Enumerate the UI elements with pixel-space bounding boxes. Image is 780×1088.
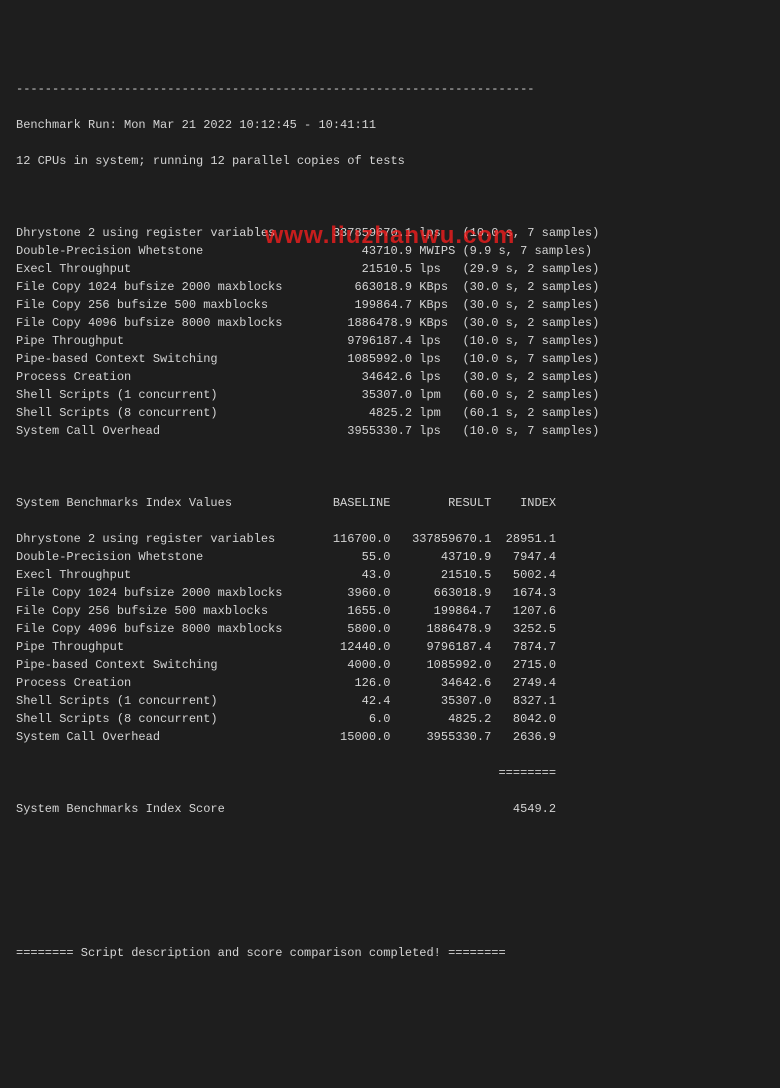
score-separator: ======== (16, 764, 764, 782)
index-row: Shell Scripts (1 concurrent) 42.4 35307.… (16, 692, 764, 710)
index-block: Dhrystone 2 using register variables 116… (16, 530, 764, 746)
blank-line (16, 188, 764, 206)
index-row: Double-Precision Whetstone 55.0 43710.9 … (16, 548, 764, 566)
cpu-info-line: 12 CPUs in system; running 12 parallel c… (16, 152, 764, 170)
test-row: Pipe Throughput 9796187.4 lps (10.0 s, 7… (16, 332, 764, 350)
index-row: Pipe Throughput 12440.0 9796187.4 7874.7 (16, 638, 764, 656)
test-row: File Copy 256 bufsize 500 maxblocks 1998… (16, 296, 764, 314)
footer-line: ======== Script description and score co… (16, 944, 764, 962)
test-row: Double-Precision Whetstone 43710.9 MWIPS… (16, 242, 764, 260)
index-row: File Copy 4096 bufsize 8000 maxblocks 58… (16, 620, 764, 638)
blank-line (16, 836, 764, 854)
index-row: Process Creation 126.0 34642.6 2749.4 (16, 674, 764, 692)
index-row: File Copy 256 bufsize 500 maxblocks 1655… (16, 602, 764, 620)
index-row: Shell Scripts (8 concurrent) 6.0 4825.2 … (16, 710, 764, 728)
test-row: Dhrystone 2 using register variables 337… (16, 224, 764, 242)
score-line: System Benchmarks Index Score 4549.2 (16, 800, 764, 818)
test-row: Shell Scripts (8 concurrent) 4825.2 lpm … (16, 404, 764, 422)
test-row: Shell Scripts (1 concurrent) 35307.0 lpm… (16, 386, 764, 404)
test-row: Execl Throughput 21510.5 lps (29.9 s, 2 … (16, 260, 764, 278)
index-row: File Copy 1024 bufsize 2000 maxblocks 39… (16, 584, 764, 602)
test-row: File Copy 1024 bufsize 2000 maxblocks 66… (16, 278, 764, 296)
benchmark-run-line: Benchmark Run: Mon Mar 21 2022 10:12:45 … (16, 116, 764, 134)
index-header: System Benchmarks Index Values BASELINE … (16, 494, 764, 512)
index-row: Dhrystone 2 using register variables 116… (16, 530, 764, 548)
blank-line (16, 872, 764, 890)
blank-line (16, 458, 764, 476)
tests-block: Dhrystone 2 using register variables 337… (16, 224, 764, 440)
index-row: Pipe-based Context Switching 4000.0 1085… (16, 656, 764, 674)
blank-line (16, 908, 764, 926)
test-row: System Call Overhead 3955330.7 lps (10.0… (16, 422, 764, 440)
test-row: Process Creation 34642.6 lps (30.0 s, 2 … (16, 368, 764, 386)
test-row: Pipe-based Context Switching 1085992.0 l… (16, 350, 764, 368)
index-row: System Call Overhead 15000.0 3955330.7 2… (16, 728, 764, 746)
index-row: Execl Throughput 43.0 21510.5 5002.4 (16, 566, 764, 584)
test-row: File Copy 4096 bufsize 8000 maxblocks 18… (16, 314, 764, 332)
separator-top: ----------------------------------------… (16, 80, 764, 98)
